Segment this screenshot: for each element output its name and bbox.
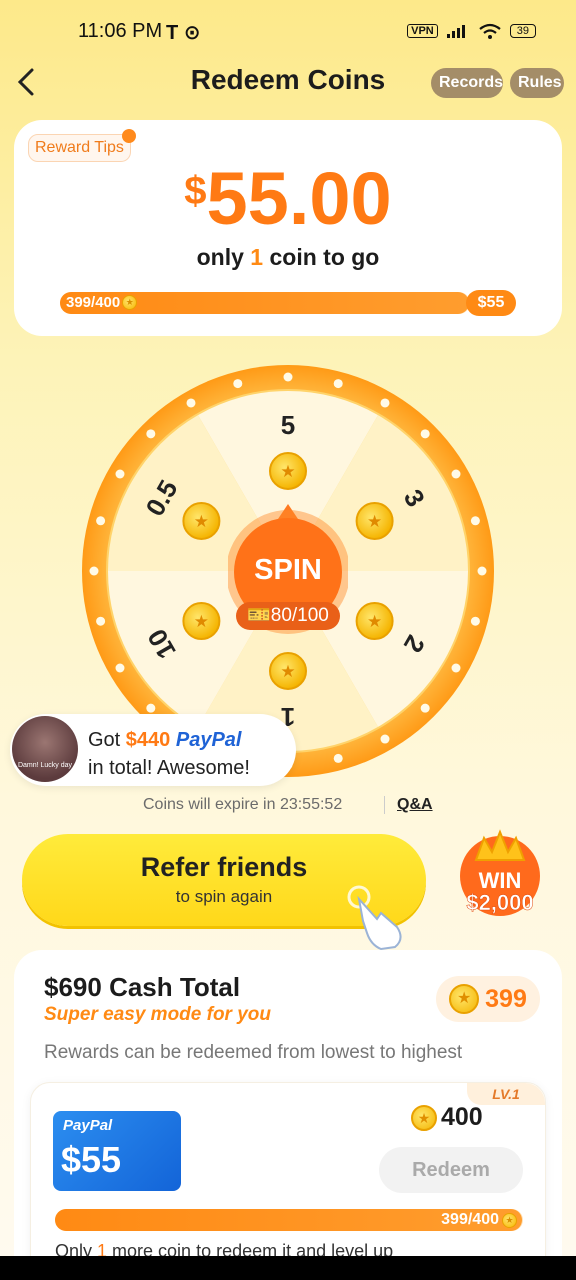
reward-tier-card: LV.1 PayPal $55 ★ 400 Redeem 399/400 ★ O… — [30, 1082, 546, 1280]
coin-icon: ★ — [449, 984, 480, 1014]
star-icon: ★ — [194, 512, 209, 532]
rim-light — [470, 516, 480, 526]
avatar: Damn! Lucky day — [12, 716, 78, 782]
toast-amount: $440 — [125, 729, 171, 751]
rim-light — [146, 703, 156, 713]
rim-light — [420, 429, 430, 439]
rules-button[interactable]: Rules — [510, 68, 564, 98]
spin-count-value: 80/100 — [270, 605, 329, 626]
cash-card: $690 Cash Total Super easy mode for you … — [14, 950, 562, 1280]
goal-badge: $55 — [466, 290, 516, 316]
tier-cost-value: 400 — [441, 1103, 483, 1131]
wheel-segment-label: 5 — [281, 410, 295, 440]
redeem-button[interactable]: Redeem — [379, 1147, 523, 1193]
coin-balance-value: 399 — [485, 984, 527, 1013]
rim-light — [89, 566, 99, 576]
header: Redeem Coins Records Rules — [0, 58, 576, 106]
status-bar: 11:06 PM T ⊙ VPN 39 — [0, 0, 576, 64]
star-icon: ★ — [280, 662, 295, 682]
rim-light — [470, 616, 480, 626]
rim-light — [451, 663, 461, 673]
win-amount: $2,000 — [466, 890, 533, 915]
coin-icon: ★ — [502, 1212, 517, 1228]
level-tag: LV.1 — [467, 1083, 545, 1105]
notification-icons: T ⊙ — [166, 22, 201, 44]
ticket-icon: 🎫 — [247, 605, 271, 626]
reward-progress-label: 399/400 ★ — [66, 294, 138, 311]
crown-icon — [474, 829, 526, 861]
rim-light — [115, 663, 125, 673]
rim-light — [96, 516, 106, 526]
qa-link[interactable]: Q&A — [397, 796, 433, 814]
star-icon: ★ — [367, 612, 382, 632]
refer-title: Refer friends — [140, 852, 308, 882]
rim-light — [115, 469, 125, 479]
divider — [384, 796, 385, 814]
paypal-logo: PayPal — [175, 729, 242, 751]
coin-balance: ★ 399 — [436, 976, 540, 1022]
rim-light — [333, 753, 343, 763]
tier-cost: ★ 400 — [411, 1103, 483, 1132]
star-icon: ★ — [280, 462, 295, 482]
spin-label: SPIN — [254, 554, 322, 586]
rim-light — [96, 616, 106, 626]
toast-got: Got — [88, 729, 126, 751]
reward-progress-bar: 399/400 ★ — [60, 292, 470, 314]
currency-symbol: $ — [184, 169, 207, 213]
rim-light — [451, 469, 461, 479]
pointing-hand-icon — [347, 885, 402, 951]
rim-light — [146, 429, 156, 439]
avatar-caption: Damn! Lucky day — [17, 762, 73, 769]
to-go-prefix: only — [196, 244, 251, 270]
records-button[interactable]: Records — [431, 68, 503, 98]
status-time: 11:06 PM — [78, 20, 163, 42]
star-icon: ★ — [367, 512, 382, 532]
wifi-icon — [479, 23, 501, 39]
reward-amount: $55.00 — [14, 156, 562, 241]
coin-icon: ★ — [411, 1104, 437, 1131]
status-icons: VPN 39 — [407, 22, 536, 40]
reward-tips-label: Reward Tips — [35, 139, 124, 156]
redeem-rule-text: Rewards can be redeemed from lowest to h… — [44, 1042, 463, 1063]
rim-light — [380, 734, 390, 744]
notification-dot — [121, 129, 136, 143]
cash-subtitle: Super easy mode for you — [44, 1004, 272, 1025]
voucher-amount: $55 — [61, 1139, 122, 1180]
system-nav-bar — [0, 1256, 576, 1280]
win-badge[interactable]: WIN $2,000 — [452, 824, 548, 920]
progress-text: 399/400 — [66, 294, 121, 311]
rim-light — [233, 379, 243, 389]
rim-light — [477, 566, 487, 576]
tier-progress-bar: 399/400 ★ — [55, 1209, 523, 1231]
rim-light — [283, 372, 293, 382]
to-go-count: 1 — [250, 244, 264, 270]
tier-progress-text: 399/400 — [441, 1211, 499, 1228]
coins-to-go: only 1 coin to go — [14, 244, 562, 271]
vpn-icon: VPN — [407, 24, 438, 38]
expire-row: Coins will expire in 23:55:52 Q&A — [0, 794, 576, 818]
signal-icon — [446, 25, 465, 38]
amount-value: 55.00 — [206, 157, 392, 240]
rim-light — [186, 398, 196, 408]
reward-card: Reward Tips $55.00 only 1 coin to go 399… — [14, 120, 562, 336]
paypal-logo: PayPal — [63, 1117, 113, 1134]
tier-progress-label: 399/400 ★ — [441, 1211, 517, 1229]
star-icon: ★ — [194, 612, 209, 632]
spin-button[interactable]: SPIN 🎫80/100 — [226, 502, 350, 638]
to-go-suffix: coin to go — [263, 244, 380, 270]
toast-message: Got $440 PayPal in total! Awesome! — [88, 726, 250, 782]
rim-light — [333, 379, 343, 389]
spin-count: 🎫80/100 — [236, 602, 340, 630]
cash-total-title: $690 Cash Total — [44, 972, 241, 1002]
rim-light — [420, 703, 430, 713]
rim-light — [380, 398, 390, 408]
winner-toast: Damn! Lucky day Got $440 PayPal in total… — [10, 714, 296, 786]
coin-icon: ★ — [122, 295, 138, 310]
toast-line2: in total! Awesome! — [88, 757, 250, 779]
expire-countdown: Coins will expire in 23:55:52 — [143, 796, 343, 813]
paypal-voucher: PayPal $55 — [53, 1111, 181, 1191]
battery-icon: 39 — [509, 24, 536, 38]
